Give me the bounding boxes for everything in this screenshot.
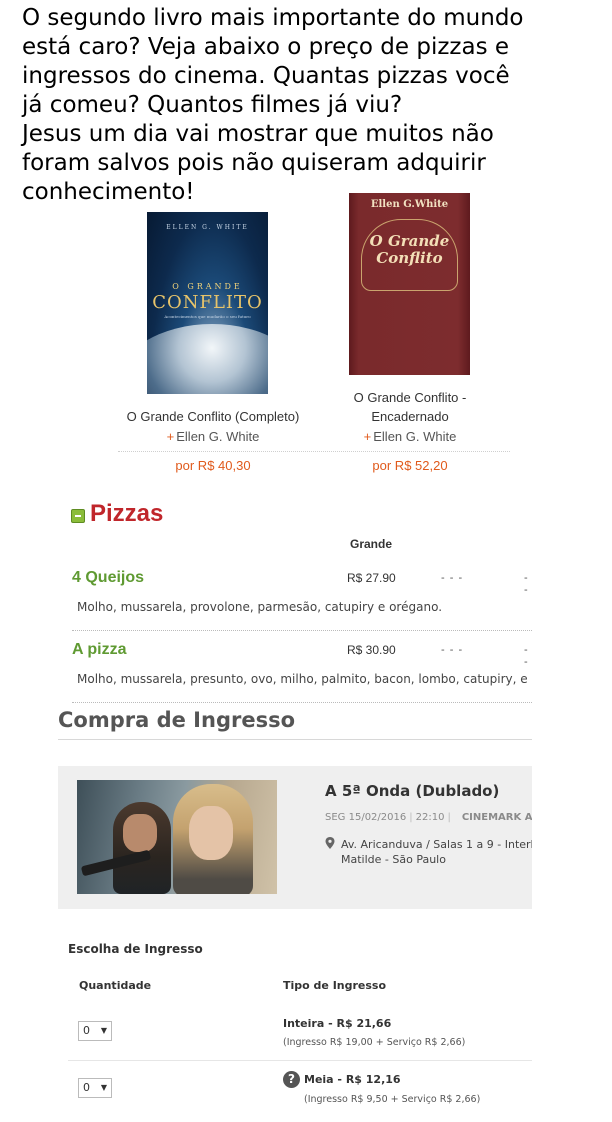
type-column-header: Tipo de Ingresso xyxy=(283,979,387,992)
chevron-down-icon: ▼ xyxy=(100,1083,107,1092)
movie-poster xyxy=(77,780,277,894)
movie-title: A 5ª Onda (Dublado) xyxy=(325,782,500,800)
pizza-unavailable: - - xyxy=(524,644,528,668)
pizza-name: 4 Queijos xyxy=(72,569,145,586)
separator: | xyxy=(409,812,413,823)
address-line: Matilde - São Paulo xyxy=(341,853,446,866)
map-pin-icon xyxy=(325,837,335,849)
address-line: Av. Aricanduva / Salas 1 a 9 - Interlago… xyxy=(341,838,532,851)
movie-session: SEG 15/02/2016|22:10|CINEMARK ARICANDUVA xyxy=(325,812,532,823)
row-divider xyxy=(72,630,532,631)
separator: | xyxy=(447,812,451,823)
quantity-column-header: Quantidade xyxy=(79,979,152,992)
quantity-select-inteira[interactable]: 0 ▼ xyxy=(78,1021,112,1041)
row-divider xyxy=(68,1060,532,1061)
quantity-value: 0 xyxy=(83,1081,90,1094)
ticket-detail: (Ingresso R$ 19,00 + Serviço R$ 2,66) xyxy=(283,1037,466,1048)
compra-title: Compra de Ingresso xyxy=(58,708,295,732)
pizza-description: Molho, mussarela, provolone, parmesão, c… xyxy=(77,600,443,614)
help-icon[interactable]: ? xyxy=(283,1071,300,1088)
content-clip: 4 Queijos R$ 27.90 - - - - - Molho, muss… xyxy=(0,0,532,1122)
ticket-section-title: Escolha de Ingresso xyxy=(68,942,203,956)
chevron-down-icon: ▼ xyxy=(100,1026,107,1035)
quantity-select-meia[interactable]: 0 ▼ xyxy=(78,1078,112,1098)
pizza-unavailable: - - - xyxy=(441,644,464,656)
ticket-detail: (Ingresso R$ 9,50 + Serviço R$ 2,66) xyxy=(304,1094,481,1105)
ticket-name: Inteira - R$ 21,66 xyxy=(283,1017,392,1030)
pizza-description: Molho, mussarela, presunto, ovo, milho, … xyxy=(77,672,532,686)
ticket-name: Meia - R$ 12,16 xyxy=(304,1073,401,1086)
pizza-unavailable: - - - xyxy=(441,572,464,584)
pizza-price[interactable]: R$ 27.90 xyxy=(347,571,396,585)
pizza-price[interactable]: R$ 30.90 xyxy=(347,643,396,657)
poster-figure xyxy=(123,814,157,852)
pizza-name: A pizza xyxy=(72,641,127,658)
divider xyxy=(58,739,532,740)
row-divider xyxy=(72,702,532,703)
quantity-value: 0 xyxy=(83,1024,90,1037)
cinema-address: Av. Aricanduva / Salas 1 a 9 - Interlago… xyxy=(341,837,532,867)
cinema-name: CINEMARK ARICANDUVA xyxy=(461,812,532,823)
pizza-unavailable: - - xyxy=(524,572,528,596)
session-time: 22:10 xyxy=(415,812,445,823)
poster-figure xyxy=(189,806,233,860)
session-date: SEG 15/02/2016 xyxy=(325,812,407,823)
